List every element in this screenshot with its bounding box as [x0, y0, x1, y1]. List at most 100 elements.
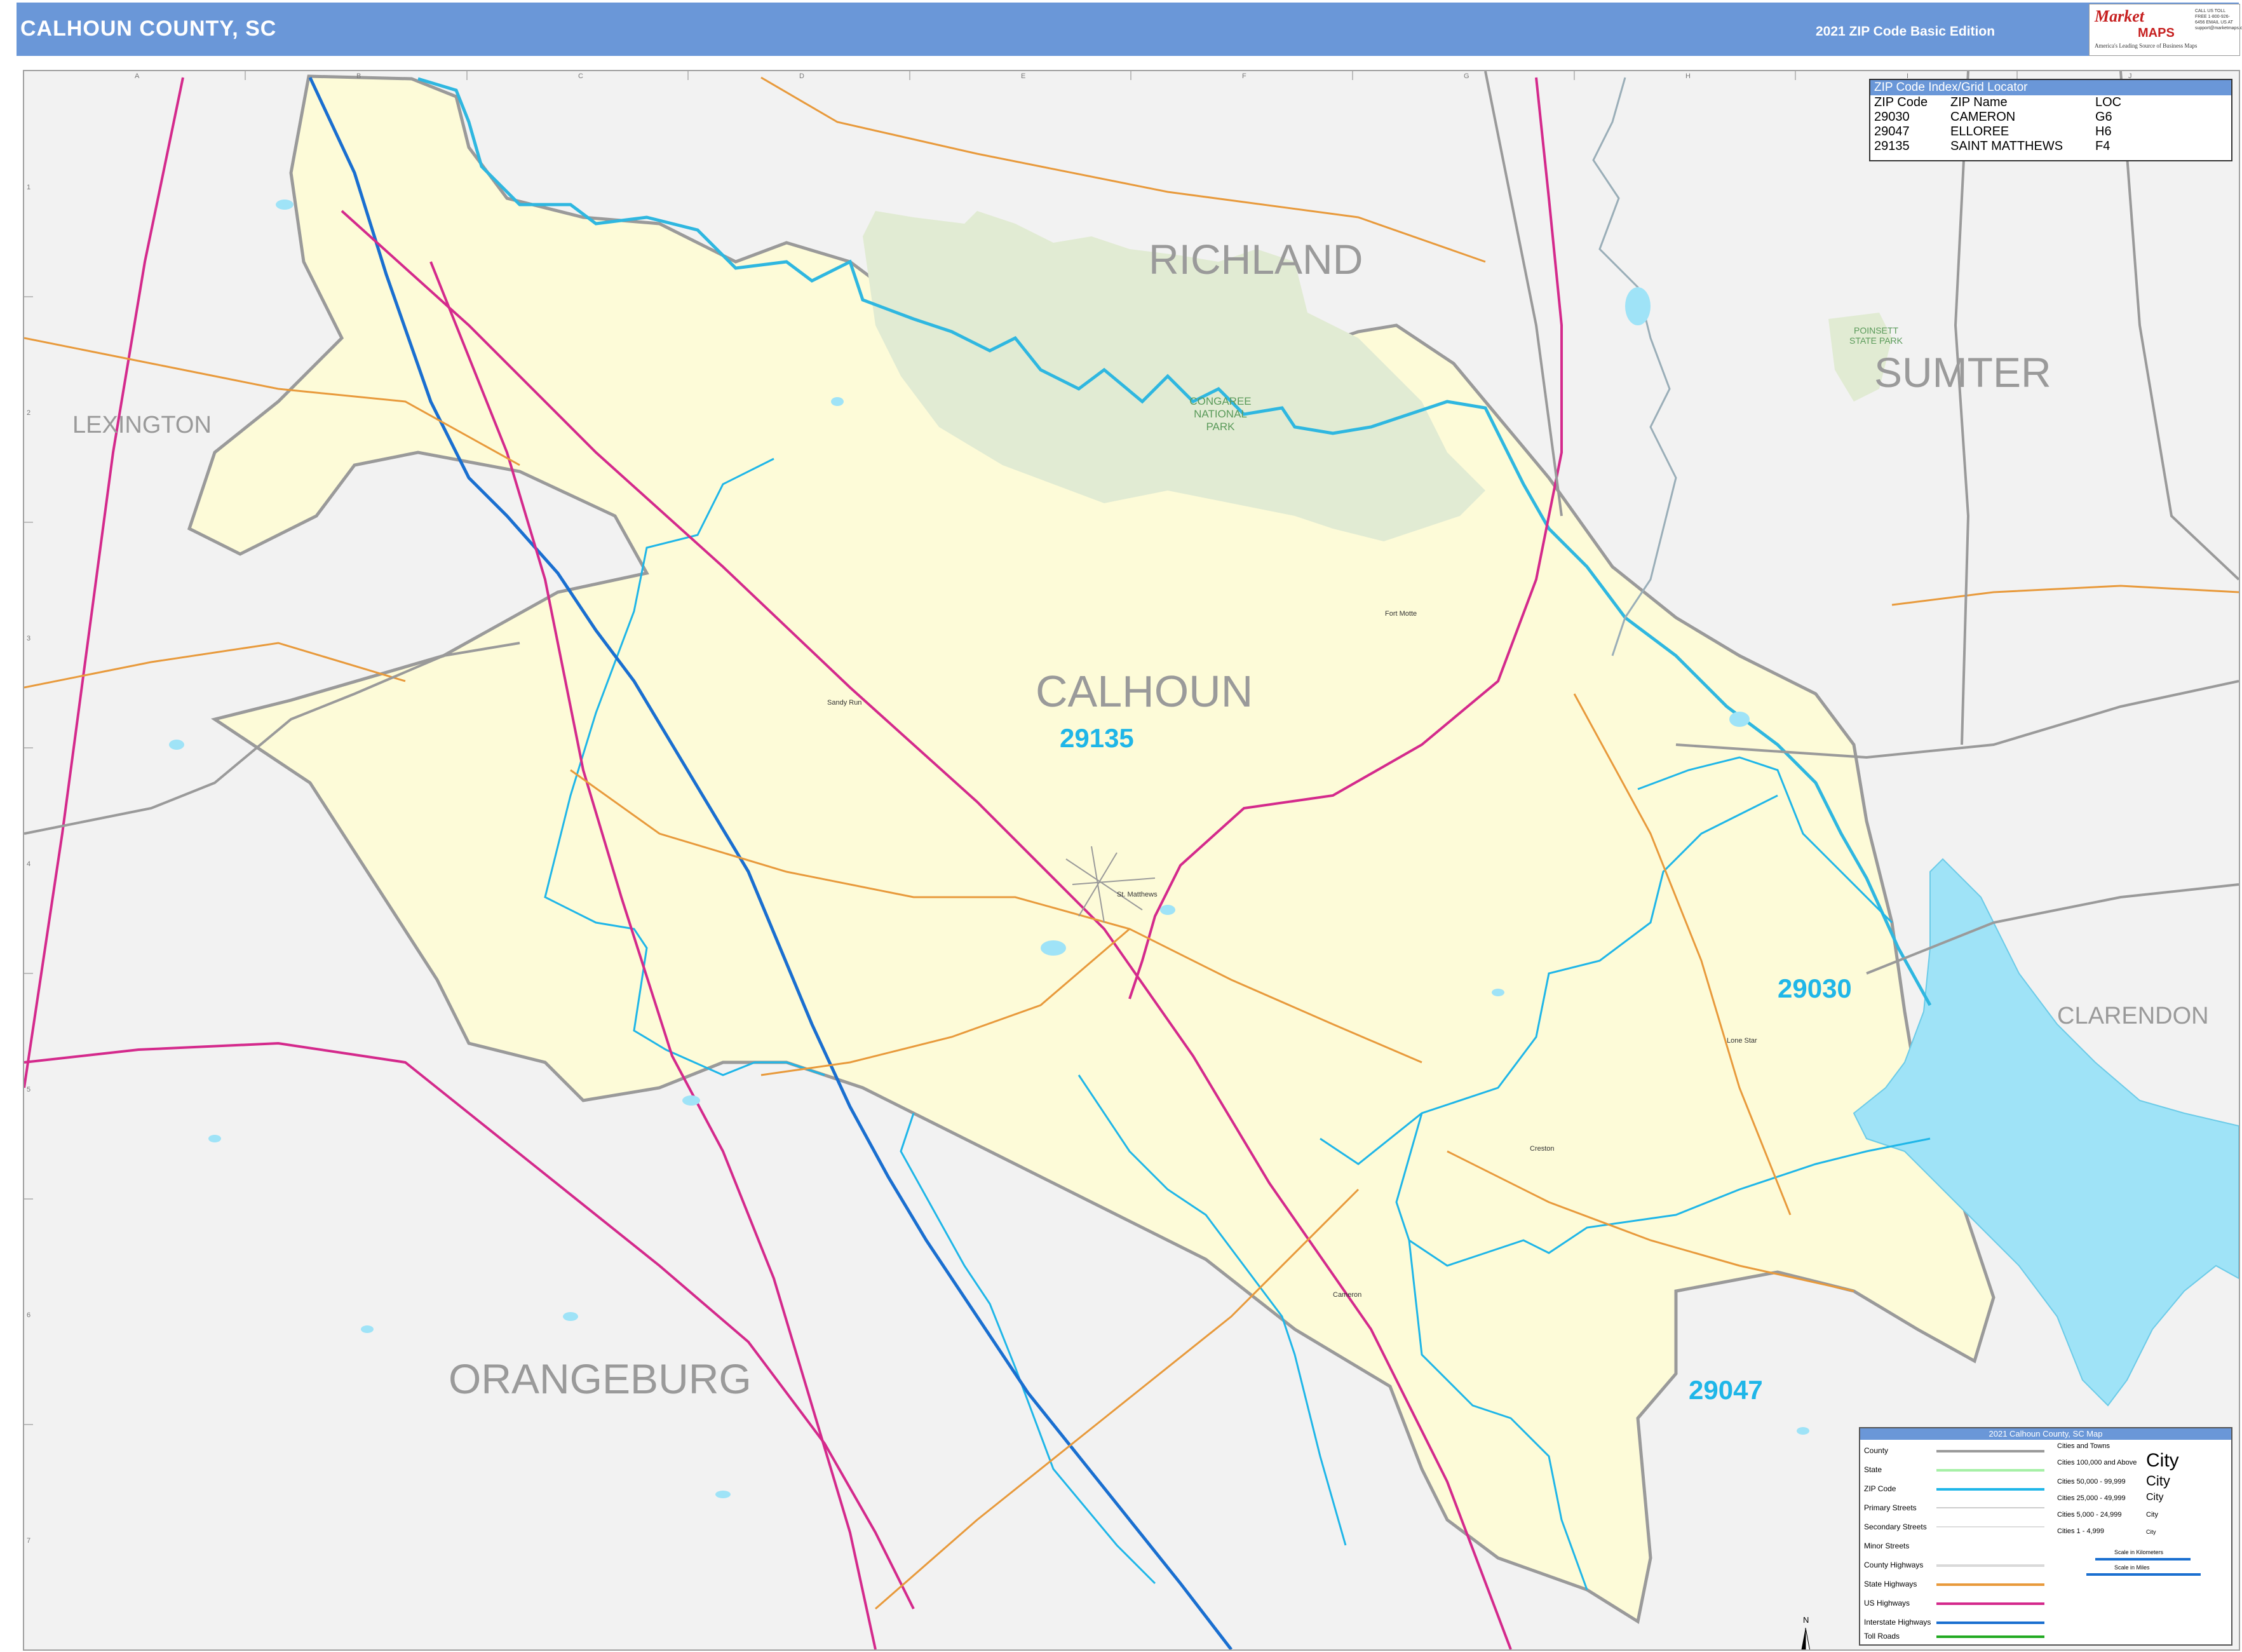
legend-item-state: State: [1864, 1465, 1882, 1474]
zip-index-heading: ZIP Code Index/Grid Locator: [1870, 80, 2231, 95]
map-canvas[interactable]: RICHLAND SUMTER LEXINGTON CALHOUN CLAREN…: [23, 70, 2240, 1651]
legend-swatch-county-hwy: [1936, 1564, 2044, 1567]
legend-item-zip: ZIP Code: [1864, 1484, 1896, 1493]
col-header: ZIP Name: [1950, 95, 2008, 109]
legend-swatch-county: [1936, 1450, 2044, 1452]
compass-rose: N S E W: [1767, 1615, 1844, 1649]
legend-item-minor: Minor Streets: [1864, 1541, 1910, 1550]
legend-city-tier-1: Cities 100,000 and Above: [2057, 1459, 2137, 1466]
map-title: CALHOUN COUNTY, SC: [20, 17, 277, 41]
map-legend: 2021 Calhoun County, SC Map County State…: [1859, 1427, 2232, 1646]
place-sandy-run: Sandy Run: [827, 699, 862, 707]
grid-row-label: 4: [27, 860, 31, 868]
grid-row-label: 1: [27, 184, 31, 191]
legend-item-interstate: Interstate Highways: [1864, 1618, 1931, 1627]
legend-swatch-us-hwy: [1936, 1602, 2044, 1605]
county-label-sumter: SUMTER: [1874, 349, 2051, 396]
table-row[interactable]: 29047 ELLOREE H6: [1872, 125, 2124, 139]
legend-swatch-secondary: [1936, 1526, 2044, 1527]
logo-brand-prefix: Market: [2095, 7, 2144, 25]
zip-index-grid: ZIP Code ZIP Name LOC 29030 CAMERON G6 2…: [1872, 95, 2124, 154]
scale-bar-km: [2095, 1558, 2191, 1561]
grid-row-label: 2: [27, 409, 31, 417]
header-bar: CALHOUN COUNTY, SC 2021 ZIP Code Basic E…: [17, 3, 2242, 56]
table-row[interactable]: 29135 SAINT MATTHEWS F4: [1872, 139, 2124, 154]
zip-name-cell: SAINT MATTHEWS: [1950, 139, 2063, 153]
park-label-congaree: CONGAREE NATIONAL PARK: [1189, 395, 1252, 433]
zip-name-cell: CAMERON: [1950, 110, 2016, 124]
table-row[interactable]: 29030 CAMERON G6: [1872, 110, 2124, 125]
logo-contact: CALL US TOLL FREE 1-800-926-6456 EMAIL U…: [2195, 9, 2242, 30]
loc-cell: H6: [2095, 125, 2112, 139]
logo-tagline: America's Leading Source of Business Map…: [2095, 43, 2198, 49]
grid-column-label: E: [1021, 72, 1026, 80]
legend-item-primary: Primary Streets: [1864, 1503, 1917, 1512]
legend-swatch-state: [1936, 1469, 2044, 1472]
zip-cell: 29047: [1874, 125, 1910, 139]
zip-name-cell: ELLOREE: [1950, 125, 2009, 139]
county-label-clarendon: CLARENDON: [2057, 1003, 2209, 1029]
legend-city-tier-5: Cities 1 - 4,999: [2057, 1527, 2104, 1535]
grid-column-label: H: [1685, 72, 1691, 80]
legend-city-sample-3: City: [2146, 1492, 2164, 1503]
legend-item-state-hwy: State Highways: [1864, 1580, 1917, 1588]
zip-label-29030: 29030: [1778, 973, 1852, 1003]
grid-column-label: G: [1464, 72, 1469, 80]
grid-column-label: C: [578, 72, 583, 80]
legend-city-sample-5: City: [2146, 1529, 2156, 1535]
legend-city-sample-2: City: [2146, 1473, 2170, 1489]
legend-item-county-hwy: County Highways: [1864, 1561, 1924, 1569]
legend-heading: 2021 Calhoun County, SC Map: [1860, 1428, 2231, 1440]
market-maps-logo[interactable]: Market MAPS America's Leading Source of …: [2089, 4, 2242, 56]
loc-cell: G6: [2095, 110, 2112, 124]
legend-item-us-hwy: US Highways: [1864, 1599, 1910, 1608]
zip-index-header-row: ZIP Code ZIP Name LOC: [1872, 95, 2124, 110]
place-cameron: Cameron: [1333, 1291, 1362, 1299]
grid-column-label: A: [135, 72, 140, 80]
col-header: LOC: [2095, 95, 2122, 109]
legend-scale-mi: Scale in Miles: [2114, 1564, 2150, 1571]
zip-index-table: ZIP Code Index/Grid Locator ZIP Code ZIP…: [1869, 79, 2232, 161]
legend-item-secondary: Secondary Streets: [1864, 1522, 1927, 1531]
county-label-lexington: LEXINGTON: [72, 412, 212, 438]
grid-column-label: F: [1242, 72, 1246, 80]
legend-swatch-interstate: [1936, 1622, 2044, 1624]
legend-city-tier-4: Cities 5,000 - 24,999: [2057, 1511, 2122, 1519]
compass-n: N: [1803, 1615, 1809, 1625]
legend-scale-km: Scale in Kilometers: [2114, 1549, 2164, 1555]
logo-brand-suffix: MAPS: [2138, 26, 2175, 40]
legend-swatch-primary: [1936, 1507, 2044, 1508]
county-label-richland: RICHLAND: [1149, 236, 1363, 283]
legend-item-toll: Toll Roads: [1864, 1632, 1900, 1641]
legend-cities-heading: Cities and Towns: [2057, 1442, 2110, 1450]
map-svg: [24, 71, 2239, 1649]
grid-column-label: D: [799, 72, 804, 80]
grid-row-label: 5: [27, 1086, 31, 1093]
place-creston: Creston: [1530, 1145, 1555, 1153]
county-label-calhoun: CALHOUN: [1036, 667, 1253, 716]
legend-city-sample-4: City: [2146, 1511, 2158, 1519]
grid-row-label: 6: [27, 1311, 31, 1319]
park-label-poinsett: POINSETT STATE PARK: [1849, 325, 1903, 346]
loc-cell: F4: [2095, 139, 2110, 153]
zip-cell: 29135: [1874, 139, 1910, 153]
legend-city-tier-2: Cities 50,000 - 99,999: [2057, 1478, 2126, 1486]
legend-city-tier-3: Cities 25,000 - 49,999: [2057, 1494, 2126, 1502]
county-label-orangeburg: ORANGEBURG: [449, 1355, 752, 1402]
col-header: ZIP Code: [1874, 95, 1928, 109]
legend-swatch-zip: [1936, 1488, 2044, 1491]
place-st-matthews: St. Matthews: [1117, 891, 1158, 898]
grid-row-label: 3: [27, 635, 31, 642]
zip-label-29135: 29135: [1060, 723, 1134, 753]
legend-swatch-state-hwy: [1936, 1583, 2044, 1586]
zip-cell: 29030: [1874, 110, 1910, 124]
legend-swatch-toll: [1936, 1635, 2044, 1638]
place-lone-star: Lone Star: [1727, 1037, 1757, 1045]
grid-column-label: B: [356, 72, 361, 80]
zip-label-29047: 29047: [1689, 1375, 1763, 1405]
legend-city-sample-1: City: [2146, 1450, 2179, 1471]
legend-item-county: County: [1864, 1446, 1889, 1455]
grid-row-label: 7: [27, 1537, 31, 1545]
edition-label: 2021 ZIP Code Basic Edition: [1816, 24, 1996, 39]
scale-bar-mi: [2086, 1573, 2201, 1576]
